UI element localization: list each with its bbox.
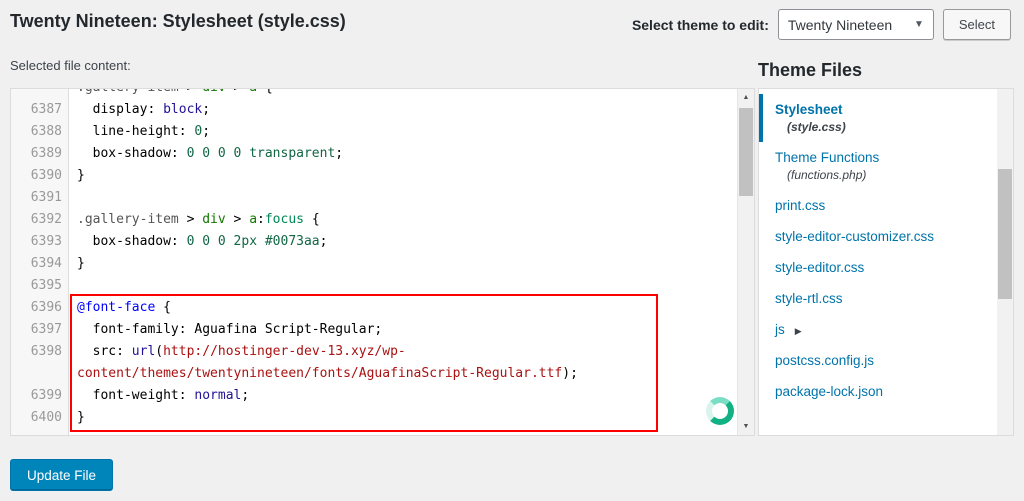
line-number: 6399	[11, 385, 62, 407]
theme-file-item-postcss-config-js[interactable]: postcss.config.js	[759, 345, 997, 376]
theme-file-link: style-editor-customizer.css	[775, 229, 934, 244]
editor-scrollbar[interactable]: ▲ ▼	[737, 89, 754, 435]
line-number: 6389	[11, 143, 62, 165]
update-file-button[interactable]: Update File	[10, 459, 113, 491]
line-number: 6397	[11, 319, 62, 341]
page-title: Twenty Nineteen: Stylesheet (style.css)	[10, 11, 346, 32]
code-line: }	[77, 165, 737, 187]
code-area[interactable]: .gallery-item > div > a { display: block…	[69, 89, 737, 435]
theme-file-link: package-lock.json	[775, 384, 883, 399]
theme-select-row: Select theme to edit: Twenty Nineteen ▼ …	[632, 9, 1011, 40]
line-number: 6396	[11, 297, 62, 319]
code-line: font-family: Aguafina Script-Regular;	[77, 319, 737, 341]
code-line: src: url(http://hostinger-dev-13.xyz/wp-…	[77, 341, 737, 385]
line-number: 6392	[11, 209, 62, 231]
theme-file-item-print-css[interactable]: print.css	[759, 190, 997, 221]
code-line	[77, 187, 737, 209]
line-number: 6393	[11, 231, 62, 253]
theme-file-list: Stylesheet (style.css) Theme Functions (fun…	[759, 89, 997, 435]
code-line	[77, 275, 737, 297]
chevron-down-icon: ▼	[914, 19, 924, 30]
line-number: 6394	[11, 253, 62, 275]
theme-file-link: postcss.config.js	[775, 353, 874, 368]
code-editor: 6387638863896390639163926393639463956396…	[10, 88, 755, 436]
folder-arrow-icon: ▶	[795, 326, 802, 336]
editor-scrollbar-thumb[interactable]	[739, 108, 753, 196]
gutter: 6387638863896390639163926393639463956396…	[11, 89, 69, 435]
code-line: box-shadow: 0 0 0 0 transparent;	[77, 143, 737, 165]
theme-file-item-style-editor-css[interactable]: style-editor.css	[759, 252, 997, 283]
select-theme-label: Select theme to edit:	[632, 17, 769, 33]
theme-file-link: style-rtl.css	[775, 291, 843, 306]
code-line: line-height: 0;	[77, 121, 737, 143]
theme-files-panel: Stylesheet (style.css) Theme Functions (fun…	[758, 88, 1014, 436]
line-number: 6388	[11, 121, 62, 143]
theme-file-item-style-rtl-css[interactable]: style-rtl.css	[759, 283, 997, 314]
line-number: 6400	[11, 407, 62, 429]
sidebar-scrollbar[interactable]	[997, 89, 1013, 435]
theme-file-item-stylesheet[interactable]: Stylesheet (style.css)	[759, 94, 997, 142]
spinner-icon[interactable]	[706, 397, 734, 425]
theme-file-item-package-lock-json[interactable]: package-lock.json	[759, 376, 997, 407]
theme-file-link: Theme Functions	[775, 150, 879, 165]
line-number: 6387	[11, 99, 62, 121]
line-number: 6390	[11, 165, 62, 187]
theme-file-item-js[interactable]: js ▶	[759, 314, 997, 345]
theme-file-subname: (functions.php)	[787, 168, 985, 182]
code-line: font-weight: normal;	[77, 385, 737, 407]
theme-files-heading: Theme Files	[758, 60, 862, 81]
theme-select-value: Twenty Nineteen	[788, 17, 892, 33]
theme-file-link: style-editor.css	[775, 260, 864, 275]
theme-file-link: js	[775, 322, 785, 337]
select-theme-button[interactable]: Select	[943, 9, 1011, 40]
code-line: display: block;	[77, 99, 737, 121]
selected-file-content-label: Selected file content:	[10, 58, 131, 73]
scroll-down-icon[interactable]: ▼	[738, 418, 754, 435]
code-line: @font-face {	[77, 297, 737, 319]
line-number: 6391	[11, 187, 62, 209]
sidebar-scrollbar-thumb[interactable]	[998, 169, 1012, 299]
theme-file-item-theme-functions[interactable]: Theme Functions (functions.php)	[759, 142, 997, 190]
theme-file-subname: (style.css)	[787, 120, 985, 134]
scroll-up-icon[interactable]: ▲	[738, 89, 754, 106]
theme-file-link: print.css	[775, 198, 825, 213]
code-line: .gallery-item > div > a {	[77, 89, 737, 99]
code-line: }	[77, 407, 737, 429]
theme-file-item-style-editor-customizer-css[interactable]: style-editor-customizer.css	[759, 221, 997, 252]
line-number	[11, 89, 62, 99]
theme-file-link: Stylesheet	[775, 102, 843, 117]
code-line: box-shadow: 0 0 0 2px #0073aa;	[77, 231, 737, 253]
line-number: 6395	[11, 275, 62, 297]
code-line: .gallery-item > div > a:focus {	[77, 209, 737, 231]
theme-select-dropdown[interactable]: Twenty Nineteen ▼	[778, 9, 934, 40]
code-line: }	[77, 253, 737, 275]
line-number: 6398	[11, 341, 62, 385]
